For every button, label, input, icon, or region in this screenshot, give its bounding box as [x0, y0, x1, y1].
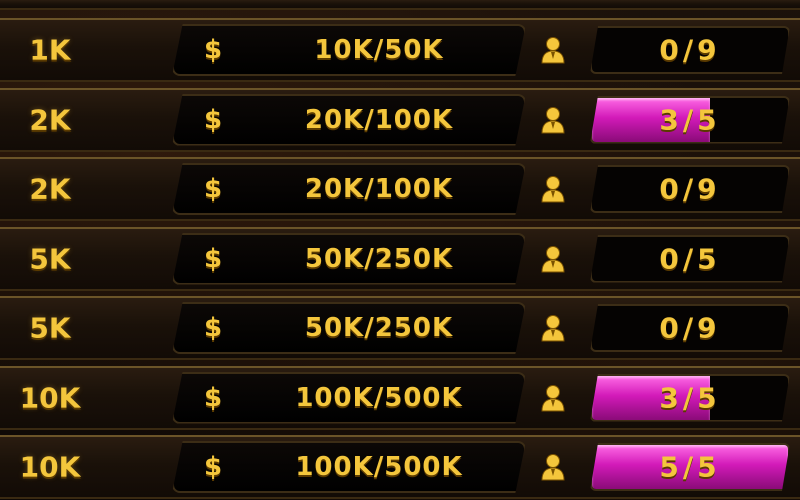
table-row[interactable]: 10K $ 100K/500K 3/5 [0, 365, 800, 430]
seats-count: 0/9 [659, 311, 721, 345]
table-row-partial [0, 0, 800, 10]
stakes-panel: $ 100K/500K [172, 371, 526, 424]
stakes-panel: $ 20K/100K [172, 93, 526, 146]
seats-count: 0/9 [659, 172, 721, 206]
seats-indicator: 0/9 [590, 26, 790, 74]
seats-indicator: 3/5 [590, 95, 790, 144]
stakes-panel: $ 100K/500K [172, 441, 526, 493]
stakes-label: 100K/500K [295, 382, 463, 413]
stakes-panel: $ 20K/100K [172, 163, 526, 215]
player-icon [538, 244, 568, 274]
stakes-panel: $ 50K/250K [172, 302, 526, 354]
blind-label: 2K [29, 172, 71, 206]
dollar-icon: $ [204, 313, 223, 343]
stakes-label: 20K/100K [304, 174, 454, 204]
seats-count: 5/5 [659, 450, 721, 484]
seats-indicator: 0/9 [590, 165, 790, 213]
dollar-icon: $ [204, 452, 223, 482]
player-icon [538, 313, 568, 343]
stakes-label: 100K/500K [295, 452, 463, 482]
table-row[interactable]: 2K $ 20K/100K 0/9 [0, 157, 800, 221]
player-icon [538, 35, 568, 65]
seats-indicator: 3/5 [590, 373, 790, 422]
table-row[interactable]: 5K $ 50K/250K 0/9 [0, 296, 800, 360]
blind-label: 1K [29, 33, 71, 67]
table-row[interactable]: 5K $ 50K/250K 0/5 [0, 226, 800, 291]
player-icon [538, 105, 568, 135]
dollar-icon: $ [204, 382, 223, 413]
seats-count: 0/9 [659, 33, 721, 67]
stakes-panel: $ 10K/50K [172, 24, 526, 76]
blind-label: 5K [29, 311, 71, 345]
blind-label: 5K [29, 242, 71, 275]
blind-label: 10K [19, 381, 81, 414]
dollar-icon: $ [204, 174, 223, 204]
seats-count: 0/5 [659, 242, 721, 275]
table-row[interactable]: 2K $ 20K/100K 3/5 [0, 87, 800, 152]
dollar-icon: $ [204, 243, 223, 274]
stakes-label: 20K/100K [304, 104, 454, 135]
seats-indicator: 0/9 [590, 304, 790, 352]
stakes-label: 50K/250K [304, 313, 454, 343]
player-icon [538, 383, 568, 413]
seats-count: 3/5 [659, 381, 721, 414]
dollar-icon: $ [204, 104, 223, 135]
seats-indicator: 5/5 [590, 443, 790, 491]
stakes-panel: $ 50K/250K [172, 232, 526, 285]
table-row[interactable]: 10K $ 100K/500K 5/5 [0, 435, 800, 499]
seats-count: 3/5 [659, 103, 721, 136]
blind-label: 10K [19, 450, 81, 484]
stakes-label: 10K/50K [314, 35, 444, 65]
player-icon [538, 452, 568, 482]
dollar-icon: $ [204, 35, 223, 65]
player-icon [538, 174, 568, 204]
blind-label: 2K [29, 103, 71, 136]
stakes-label: 50K/250K [304, 243, 454, 274]
table-row[interactable]: 1K $ 10K/50K 0/9 [0, 18, 800, 82]
seats-indicator: 0/5 [590, 234, 790, 283]
